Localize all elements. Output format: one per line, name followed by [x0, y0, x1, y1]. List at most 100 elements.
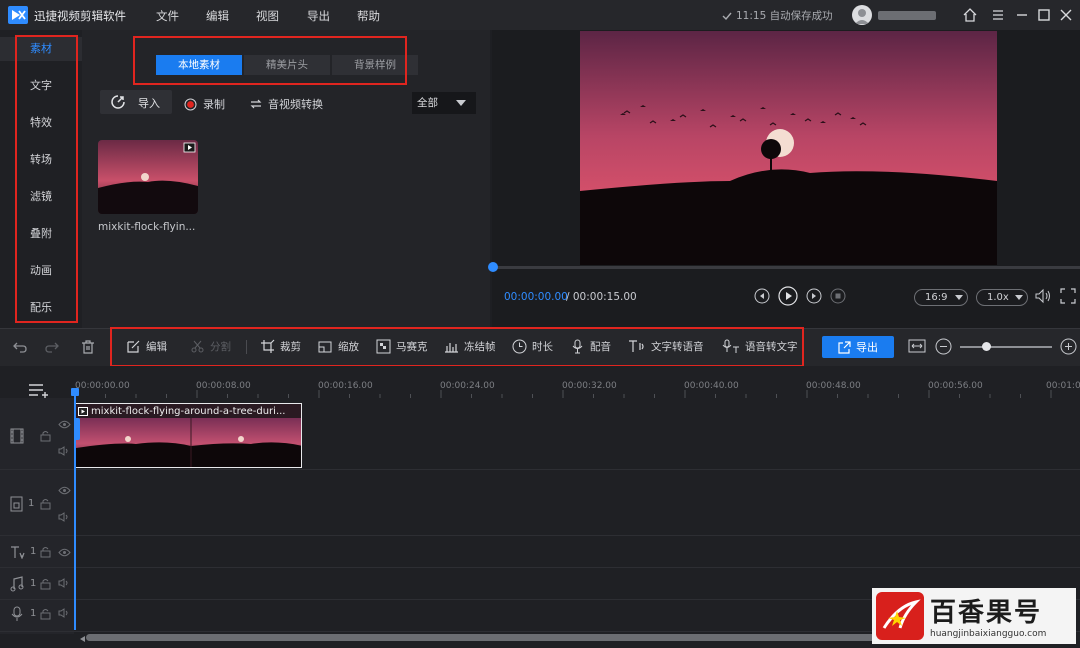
redo-icon[interactable] — [44, 339, 60, 355]
chevron-down-icon — [1015, 295, 1023, 300]
track-number: 1 — [30, 608, 37, 619]
convert-icon — [250, 99, 262, 109]
record-button[interactable]: 录制 — [184, 96, 225, 112]
chevron-down-icon — [456, 100, 466, 106]
add-track-icon[interactable] — [28, 382, 50, 398]
current-time: 00:00:00.00 — [504, 291, 568, 303]
ruler-label: 00:01:04 — [1046, 381, 1080, 391]
menu-file[interactable]: 文件 — [156, 8, 179, 24]
home-icon[interactable] — [962, 7, 978, 23]
text-track-icon — [10, 545, 26, 559]
menu-view[interactable]: 视图 — [256, 8, 279, 24]
timeline-zoom-knob[interactable] — [982, 342, 991, 351]
next-frame-icon[interactable] — [806, 288, 822, 304]
fullscreen-icon[interactable] — [1060, 288, 1076, 304]
check-icon — [722, 12, 732, 20]
watermark-logo — [876, 592, 924, 640]
delete-icon[interactable] — [80, 339, 96, 355]
text-track — [0, 536, 1080, 568]
media-thumbnail[interactable] — [98, 140, 198, 214]
volume-icon[interactable] — [1034, 288, 1052, 304]
close-icon[interactable] — [1058, 7, 1074, 23]
timeline-zoom-track[interactable] — [960, 346, 1052, 348]
speaker-icon[interactable] — [58, 446, 71, 456]
menu-export[interactable]: 导出 — [307, 8, 330, 24]
track-number: 1 — [30, 578, 37, 589]
menu-help[interactable]: 帮助 — [357, 8, 380, 24]
speed-select[interactable]: 1.0x — [976, 289, 1028, 306]
ruler-label: 00:00:16.00 — [318, 381, 373, 391]
music-note-icon — [10, 576, 24, 592]
clip-label: mixkit-flock-flying-around-a-tree-duri..… — [78, 406, 285, 417]
track-number: 1 — [30, 546, 37, 557]
maximize-icon[interactable] — [1036, 7, 1052, 23]
film-icon — [10, 428, 24, 444]
eye-icon[interactable] — [58, 420, 71, 429]
import-icon — [111, 95, 125, 109]
fit-timeline-icon[interactable] — [908, 338, 926, 354]
track-number: 1 — [28, 498, 35, 509]
speaker-icon[interactable] — [58, 578, 71, 588]
toolbar-highlight-box — [110, 327, 804, 367]
preview-progress-knob[interactable] — [488, 262, 498, 272]
record-icon — [184, 98, 197, 110]
ruler-label: 00:00:00.00 — [75, 381, 130, 391]
preview-progress-track[interactable] — [494, 266, 1080, 269]
menu-edit[interactable]: 编辑 — [206, 8, 229, 24]
chevron-down-icon — [955, 295, 963, 300]
eye-icon[interactable] — [58, 486, 71, 495]
ruler-label: 00:00:24.00 — [440, 381, 495, 391]
lock-icon[interactable] — [40, 546, 51, 558]
export-button[interactable]: 导出 — [822, 336, 894, 358]
convert-button[interactable]: 音视频转换 — [250, 96, 323, 112]
ruler-label: 00:00:56.00 — [928, 381, 983, 391]
convert-label: 音视频转换 — [268, 98, 323, 111]
timeline-scrollbar[interactable] — [86, 634, 886, 641]
speed-value: 1.0x — [987, 292, 1009, 303]
overlay-track-icon — [10, 496, 26, 512]
media-filter-select[interactable]: 全部 — [412, 92, 476, 114]
menu-icon[interactable] — [990, 7, 1006, 23]
video-clip-icon — [78, 407, 88, 416]
zoom-in-icon[interactable] — [1060, 338, 1077, 355]
ruler-label: 00:00:08.00 — [196, 381, 251, 391]
export-label: 导出 — [856, 341, 878, 354]
speaker-icon[interactable] — [58, 608, 71, 618]
preview-video — [580, 31, 997, 265]
lock-icon[interactable] — [40, 578, 51, 590]
autosave-status: 11:15 自动保存成功 — [722, 8, 833, 23]
watermark-url: huangjinbaixiangguo.com — [930, 629, 1047, 639]
overlay-track — [0, 470, 1080, 536]
microphone-icon — [10, 606, 24, 622]
timeline-playhead[interactable] — [74, 390, 76, 630]
minimize-icon[interactable] — [1014, 7, 1030, 23]
watermark-name: 百香果号 — [930, 598, 1043, 628]
username-blurred — [878, 11, 936, 20]
ruler-label: 00:00:32.00 — [562, 381, 617, 391]
aspect-ratio-select[interactable]: 16:9 — [914, 289, 968, 306]
eye-icon[interactable] — [58, 548, 71, 557]
timeline-video-clip[interactable]: mixkit-flock-flying-around-a-tree-duri..… — [75, 403, 302, 468]
stop-icon[interactable] — [830, 288, 846, 304]
avatar[interactable] — [852, 5, 872, 25]
speaker-icon[interactable] — [58, 512, 71, 522]
ruler-label: 00:00:40.00 — [684, 381, 739, 391]
lock-icon[interactable] — [40, 430, 51, 442]
tabs-highlight-box — [133, 36, 407, 85]
import-button[interactable]: 导入 — [100, 90, 172, 114]
play-icon[interactable] — [778, 286, 798, 306]
ruler-label: 00:00:48.00 — [806, 381, 861, 391]
import-label: 导入 — [138, 97, 160, 110]
zoom-out-icon[interactable] — [935, 338, 952, 355]
scroll-left-icon[interactable] — [80, 636, 85, 642]
playhead-handle[interactable] — [71, 388, 79, 396]
lock-icon[interactable] — [40, 498, 51, 510]
prev-frame-icon[interactable] — [754, 288, 770, 304]
lock-icon[interactable] — [40, 608, 51, 620]
app-title: 迅捷视频剪辑软件 — [34, 9, 126, 23]
autosave-text: 11:15 自动保存成功 — [736, 10, 833, 22]
app-logo-icon — [8, 6, 28, 24]
undo-icon[interactable] — [12, 339, 28, 355]
watermark: 百香果号 huangjinbaixiangguo.com — [872, 588, 1076, 644]
media-filter-value: 全部 — [417, 97, 438, 109]
